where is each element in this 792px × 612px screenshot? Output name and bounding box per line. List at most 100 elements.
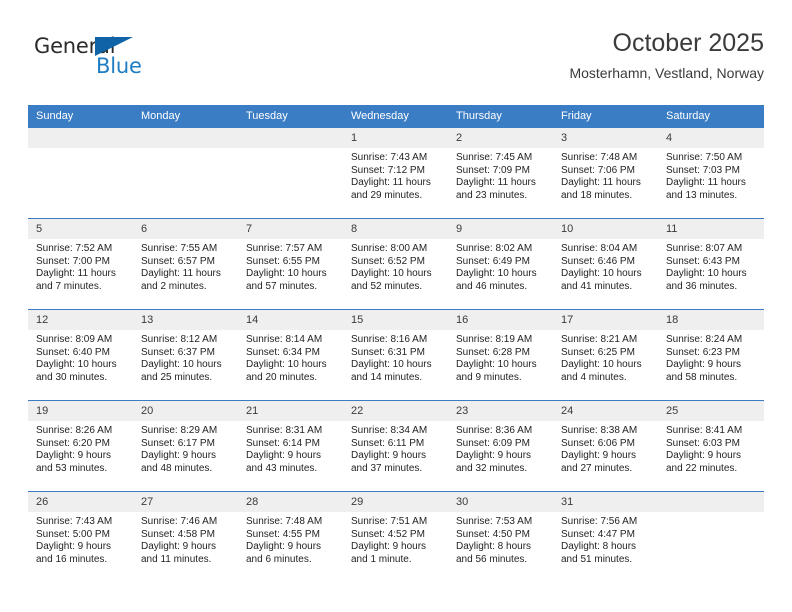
sunset-text: Sunset: 6:20 PM bbox=[36, 437, 110, 449]
calendar-day-cell[interactable]: 15 Sunrise: 8:16 AM Sunset: 6:31 PM Dayligh… bbox=[343, 309, 448, 401]
calendar-day-cell[interactable]: 30 Sunrise: 7:53 AM Sunset: 4:50 PM Dayligh… bbox=[448, 491, 553, 582]
calendar-day-cell[interactable]: 27 Sunrise: 7:46 AM Sunset: 4:58 PM Dayligh… bbox=[133, 491, 238, 582]
daylight-line1-text: Daylight: 11 hours bbox=[456, 177, 536, 189]
sunset-text: Sunset: 7:03 PM bbox=[666, 164, 740, 176]
daylight-line1-text: Daylight: 10 hours bbox=[561, 359, 642, 371]
calendar-day-cell[interactable]: 29 Sunrise: 7:51 AM Sunset: 4:52 PM Dayligh… bbox=[343, 491, 448, 582]
day-cell-inner: 25 Sunrise: 8:41 AM Sunset: 6:03 PM Dayligh… bbox=[658, 401, 764, 491]
daylight-line1-text: Daylight: 9 hours bbox=[246, 450, 322, 462]
calendar-day-cell[interactable]: 9 Sunrise: 8:02 AM Sunset: 6:49 PM Daylight… bbox=[448, 218, 553, 310]
calendar-day-cell[interactable]: 10 Sunrise: 8:04 AM Sunset: 6:46 PM Dayligh… bbox=[553, 218, 658, 310]
sunrise-text: Sunrise: 8:38 AM bbox=[561, 425, 638, 436]
location-subtitle: Mosterhamn, Vestland, Norway bbox=[569, 65, 764, 81]
calendar-day-cell[interactable]: 22 Sunrise: 8:34 AM Sunset: 6:11 PM Dayligh… bbox=[343, 400, 448, 492]
calendar-day-cell[interactable]: 28 Sunrise: 7:48 AM Sunset: 4:55 PM Dayligh… bbox=[238, 491, 343, 582]
day-details: Sunrise: 7:52 AM Sunset: 7:00 PM Daylight:… bbox=[28, 239, 133, 293]
calendar-day-cell[interactable]: 1 Sunrise: 7:43 AM Sunset: 7:12 PM Daylight… bbox=[343, 128, 448, 219]
calendar-day-cell[interactable]: 7 Sunrise: 7:57 AM Sunset: 6:55 PM Daylight… bbox=[238, 218, 343, 310]
daylight-line2-text: and 37 minutes. bbox=[351, 462, 423, 474]
daylight-line2-text: and 9 minutes. bbox=[456, 371, 522, 383]
day-number: 21 bbox=[238, 401, 343, 421]
calendar-day-cell[interactable]: 6 Sunrise: 7:55 AM Sunset: 6:57 PM Daylight… bbox=[133, 218, 238, 310]
calendar-day-cell[interactable]: 20 Sunrise: 8:29 AM Sunset: 6:17 PM Dayligh… bbox=[133, 400, 238, 492]
day-number: 13 bbox=[133, 310, 238, 330]
daylight-line1-text: Daylight: 10 hours bbox=[666, 268, 747, 280]
day-details: Sunrise: 8:41 AM Sunset: 6:03 PM Daylight:… bbox=[658, 421, 764, 475]
calendar-day-cell[interactable]: 12 Sunrise: 8:09 AM Sunset: 6:40 PM Dayligh… bbox=[28, 309, 133, 401]
daylight-line1-text: Daylight: 11 hours bbox=[561, 177, 641, 189]
calendar-day-cell[interactable]: 4 Sunrise: 7:50 AM Sunset: 7:03 PM Daylight… bbox=[658, 128, 764, 219]
day-details: Sunrise: 7:53 AM Sunset: 4:50 PM Daylight:… bbox=[448, 512, 553, 566]
day-number: 12 bbox=[28, 310, 133, 330]
sunset-text: Sunset: 6:31 PM bbox=[351, 346, 425, 358]
weekday-header-sunday: Sunday bbox=[28, 105, 133, 128]
daylight-line2-text: and 30 minutes. bbox=[36, 371, 108, 383]
day-cell-inner: 12 Sunrise: 8:09 AM Sunset: 6:40 PM Dayligh… bbox=[28, 310, 133, 400]
calendar-week-row: 5 Sunrise: 7:52 AM Sunset: 7:00 PM Daylight… bbox=[28, 218, 764, 310]
general-blue-logo[interactable]: General Blue bbox=[34, 34, 164, 86]
calendar-day-cell[interactable]: 23 Sunrise: 8:36 AM Sunset: 6:09 PM Dayligh… bbox=[448, 400, 553, 492]
daylight-line1-text: Daylight: 9 hours bbox=[36, 450, 112, 462]
calendar-day-cell[interactable]: 13 Sunrise: 8:12 AM Sunset: 6:37 PM Dayligh… bbox=[133, 309, 238, 401]
calendar-week-row: 1 Sunrise: 7:43 AM Sunset: 7:12 PM Daylight… bbox=[28, 128, 764, 219]
sunset-text: Sunset: 6:49 PM bbox=[456, 255, 530, 267]
sunset-text: Sunset: 6:34 PM bbox=[246, 346, 320, 358]
day-number: 15 bbox=[343, 310, 448, 330]
calendar-day-cell[interactable]: 26 Sunrise: 7:43 AM Sunset: 5:00 PM Dayligh… bbox=[28, 491, 133, 582]
sunrise-text: Sunrise: 8:29 AM bbox=[141, 425, 218, 436]
day-details: Sunrise: 8:19 AM Sunset: 6:28 PM Daylight:… bbox=[448, 330, 553, 384]
day-details: Sunrise: 8:07 AM Sunset: 6:43 PM Daylight:… bbox=[658, 239, 764, 293]
sunrise-text: Sunrise: 7:46 AM bbox=[141, 516, 218, 527]
daylight-line1-text: Daylight: 9 hours bbox=[561, 450, 637, 462]
calendar-day-cell[interactable]: 2 Sunrise: 7:45 AM Sunset: 7:09 PM Daylight… bbox=[448, 128, 553, 219]
daylight-line1-text: Daylight: 9 hours bbox=[351, 541, 427, 553]
daylight-line1-text: Daylight: 9 hours bbox=[666, 359, 742, 371]
calendar-day-cell[interactable]: 19 Sunrise: 8:26 AM Sunset: 6:20 PM Dayligh… bbox=[28, 400, 133, 492]
daylight-line2-text: and 29 minutes. bbox=[351, 189, 423, 201]
sunset-text: Sunset: 5:00 PM bbox=[36, 528, 110, 540]
calendar-day-cell[interactable]: 31 Sunrise: 7:56 AM Sunset: 4:47 PM Dayligh… bbox=[553, 491, 658, 582]
daylight-line1-text: Daylight: 10 hours bbox=[36, 359, 117, 371]
daylight-line2-text: and 36 minutes. bbox=[666, 280, 738, 292]
day-cell-inner: 13 Sunrise: 8:12 AM Sunset: 6:37 PM Dayligh… bbox=[133, 310, 238, 400]
calendar-day-cell[interactable]: 14 Sunrise: 8:14 AM Sunset: 6:34 PM Dayligh… bbox=[238, 309, 343, 401]
calendar-day-cell[interactable]: 25 Sunrise: 8:41 AM Sunset: 6:03 PM Dayligh… bbox=[658, 400, 764, 492]
day-details bbox=[133, 148, 238, 152]
sunrise-text: Sunrise: 8:36 AM bbox=[456, 425, 533, 436]
daylight-line1-text: Daylight: 11 hours bbox=[351, 177, 431, 189]
calendar-day-cell[interactable]: 8 Sunrise: 8:00 AM Sunset: 6:52 PM Daylight… bbox=[343, 218, 448, 310]
day-number: 3 bbox=[553, 128, 658, 148]
day-details: Sunrise: 7:48 AM Sunset: 4:55 PM Daylight:… bbox=[238, 512, 343, 566]
day-number: 24 bbox=[553, 401, 658, 421]
calendar-day-cell[interactable]: 16 Sunrise: 8:19 AM Sunset: 6:28 PM Dayligh… bbox=[448, 309, 553, 401]
calendar-day-cell[interactable]: 17 Sunrise: 8:21 AM Sunset: 6:25 PM Dayligh… bbox=[553, 309, 658, 401]
calendar-day-cell[interactable]: 18 Sunrise: 8:24 AM Sunset: 6:23 PM Dayligh… bbox=[658, 309, 764, 401]
calendar-day-cell[interactable]: 5 Sunrise: 7:52 AM Sunset: 7:00 PM Daylight… bbox=[28, 218, 133, 310]
sunset-text: Sunset: 6:03 PM bbox=[666, 437, 740, 449]
day-details: Sunrise: 8:21 AM Sunset: 6:25 PM Daylight:… bbox=[553, 330, 658, 384]
calendar-day-cell[interactable]: 11 Sunrise: 8:07 AM Sunset: 6:43 PM Dayligh… bbox=[658, 218, 764, 310]
calendar-day-cell-empty bbox=[133, 128, 238, 219]
day-number: 14 bbox=[238, 310, 343, 330]
sunset-text: Sunset: 6:43 PM bbox=[666, 255, 740, 267]
sunrise-text: Sunrise: 7:51 AM bbox=[351, 516, 428, 527]
day-number: 31 bbox=[553, 492, 658, 512]
sunrise-text: Sunrise: 8:16 AM bbox=[351, 334, 428, 345]
day-number: 26 bbox=[28, 492, 133, 512]
day-cell-inner: 19 Sunrise: 8:26 AM Sunset: 6:20 PM Dayligh… bbox=[28, 401, 133, 491]
day-number: 16 bbox=[448, 310, 553, 330]
daylight-line2-text: and 32 minutes. bbox=[456, 462, 528, 474]
calendar-day-cell[interactable]: 24 Sunrise: 8:38 AM Sunset: 6:06 PM Dayligh… bbox=[553, 400, 658, 492]
day-cell-inner bbox=[658, 492, 764, 582]
calendar-day-cell[interactable]: 3 Sunrise: 7:48 AM Sunset: 7:06 PM Daylight… bbox=[553, 128, 658, 219]
day-number: 10 bbox=[553, 219, 658, 239]
day-details: Sunrise: 8:14 AM Sunset: 6:34 PM Daylight:… bbox=[238, 330, 343, 384]
sunrise-text: Sunrise: 8:02 AM bbox=[456, 243, 533, 254]
day-details: Sunrise: 8:09 AM Sunset: 6:40 PM Daylight:… bbox=[28, 330, 133, 384]
day-number: 6 bbox=[133, 219, 238, 239]
calendar-body: 1 Sunrise: 7:43 AM Sunset: 7:12 PM Daylight… bbox=[28, 128, 764, 582]
daylight-line1-text: Daylight: 9 hours bbox=[666, 450, 742, 462]
day-details: Sunrise: 7:43 AM Sunset: 7:12 PM Daylight:… bbox=[343, 148, 448, 202]
calendar-day-cell[interactable]: 21 Sunrise: 8:31 AM Sunset: 6:14 PM Dayligh… bbox=[238, 400, 343, 492]
sunset-text: Sunset: 7:06 PM bbox=[561, 164, 635, 176]
